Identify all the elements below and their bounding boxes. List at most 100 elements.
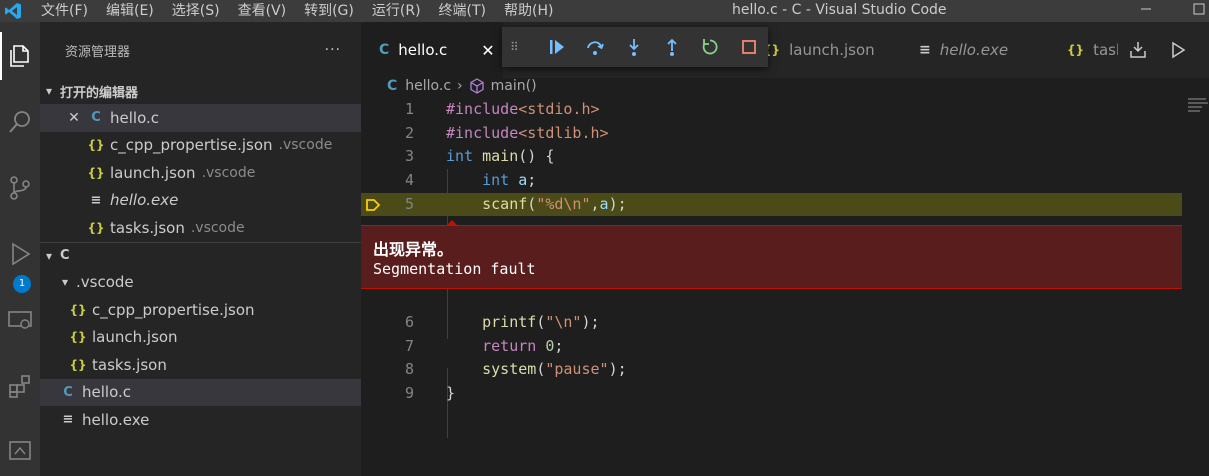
editor-actions xyxy=(1118,22,1209,78)
step-over-button[interactable] xyxy=(576,34,614,60)
editor-area: C hello.c ✕ {} launch.json ≡ hello.exe {… xyxy=(361,22,1209,476)
remote-explorer-icon[interactable] xyxy=(0,296,40,344)
line-number: 9 xyxy=(404,384,414,403)
tab-tasks-json[interactable]: {} tasks xyxy=(1049,22,1132,78)
maximize-icon[interactable] xyxy=(1193,3,1205,15)
line-number: 4 xyxy=(404,171,414,190)
menu-view[interactable]: 查看(V) xyxy=(229,0,296,22)
menu-go[interactable]: 转到(G) xyxy=(295,0,363,22)
continue-icon xyxy=(549,40,564,54)
panel-icon[interactable] xyxy=(0,426,40,474)
source-control-icon[interactable] xyxy=(0,164,40,212)
binary-file-icon: ≡ xyxy=(62,412,74,428)
gear-download-icon xyxy=(1130,42,1146,58)
code-text: return 0; xyxy=(482,336,564,355)
step-into-icon xyxy=(628,39,639,56)
step-over-icon xyxy=(587,41,604,55)
open-editor-label: launch.json xyxy=(110,163,196,182)
menu-selection[interactable]: 选择(S) xyxy=(163,0,229,22)
file-item-hello-exe[interactable]: ≡ hello.exe xyxy=(40,406,361,434)
open-editor-label: hello.c xyxy=(110,108,159,127)
folder-section[interactable]: ▾ C xyxy=(40,243,361,269)
step-out-button[interactable] xyxy=(653,34,691,60)
restart-button[interactable] xyxy=(691,34,729,60)
c-file-icon: C xyxy=(387,78,398,94)
open-editor-item-tasks-json[interactable]: {} tasks.json .vscode xyxy=(40,214,361,242)
activity-bar: 1 xyxy=(0,22,40,476)
code-text: printf("\n"); xyxy=(482,313,600,331)
explorer-sidebar: 资源管理器 ··· ▾ 打开的编辑器 ✕ C hello.c {} c_cpp_… xyxy=(40,22,361,476)
breadcrumb: C hello.c › main() xyxy=(387,76,537,96)
chevron-down-icon: ▾ xyxy=(62,275,69,290)
tab-launch-json[interactable]: {} launch.json xyxy=(753,22,893,78)
menu-file[interactable]: 文件(F) xyxy=(32,0,97,22)
close-icon[interactable]: ✕ xyxy=(66,110,82,126)
file-item-launch-json[interactable]: {} launch.json xyxy=(40,324,361,352)
open-editors-section[interactable]: ▾ 打开的编辑器 xyxy=(40,78,361,104)
line-number: 2 xyxy=(404,123,414,142)
json-file-icon: {} xyxy=(1067,43,1085,57)
code-text: #include<stdio.h> xyxy=(446,100,600,118)
code-line-8: 8 system("pause"); xyxy=(361,358,1182,382)
open-editor-item-hello-exe[interactable]: ≡ hello.exe xyxy=(40,187,361,215)
tab-hello-c[interactable]: C hello.c ✕ xyxy=(361,22,503,78)
explorer-header: 资源管理器 ··· xyxy=(40,22,361,78)
chevron-down-icon: ▾ xyxy=(46,84,53,98)
step-out-icon xyxy=(667,38,677,56)
minimap[interactable] xyxy=(1188,96,1209,120)
open-editor-item-launch-json[interactable]: {} launch.json .vscode xyxy=(40,159,361,187)
open-editor-item-c-cpp-properties[interactable]: {} c_cpp_propertise.json .vscode xyxy=(40,132,361,160)
open-editor-desc: .vscode xyxy=(278,137,333,154)
c-file-icon: C xyxy=(379,42,390,58)
file-item-tasks-json[interactable]: {} tasks.json xyxy=(40,351,361,379)
binary-file-icon: ≡ xyxy=(90,192,102,208)
file-item-c-cpp-properties[interactable]: {} c_cpp_propertise.json xyxy=(40,296,361,324)
debug-configuration-button[interactable] xyxy=(1118,40,1158,60)
continue-button[interactable] xyxy=(537,34,575,60)
close-tab-icon[interactable]: ✕ xyxy=(481,41,494,60)
file-label: c_cpp_propertise.json xyxy=(92,300,255,319)
menu-edit[interactable]: 编辑(E) xyxy=(97,0,163,22)
drag-handle-icon[interactable]: ⠿ xyxy=(510,40,523,54)
folder-label: .vscode xyxy=(76,273,134,292)
tab-label: launch.json xyxy=(789,41,875,59)
folder-item-vscode[interactable]: ▾ .vscode xyxy=(40,269,361,297)
menu-bar: 文件(F) 编辑(E) 选择(S) 查看(V) 转到(G) 运行(R) 终端(T… xyxy=(32,0,562,22)
search-icon[interactable] xyxy=(0,98,40,146)
breadcrumb-file[interactable]: hello.c xyxy=(405,78,451,94)
c-file-icon: C xyxy=(63,384,73,400)
code-line-4: 4 int a; xyxy=(361,169,1182,193)
file-label: tasks.json xyxy=(92,355,167,374)
tab-label: hello.exe xyxy=(939,41,1009,59)
more-actions-icon[interactable]: ··· xyxy=(325,42,341,58)
play-icon xyxy=(1172,41,1186,59)
open-editor-desc: .vscode xyxy=(201,164,256,181)
exception-message: Segmentation fault xyxy=(373,260,536,278)
line-number: 8 xyxy=(404,360,414,379)
json-file-icon: {} xyxy=(69,357,87,372)
open-editors-title: 打开的编辑器 xyxy=(60,85,139,101)
line-number: 5 xyxy=(404,194,414,213)
extensions-icon[interactable] xyxy=(0,362,40,410)
run-debug-icon[interactable] xyxy=(0,230,40,278)
minimize-icon[interactable] xyxy=(1140,3,1152,15)
code-text: } xyxy=(446,384,456,403)
open-editor-label: hello.exe xyxy=(110,191,179,210)
line-number: 1 xyxy=(404,100,414,118)
tab-label: hello.c xyxy=(398,41,448,59)
c-file-icon: C xyxy=(91,110,101,126)
menu-terminal[interactable]: 终端(T) xyxy=(430,0,495,22)
step-into-button[interactable] xyxy=(614,34,652,60)
menu-help[interactable]: 帮助(H) xyxy=(495,0,562,22)
tab-hello-exe[interactable]: ≡ hello.exe xyxy=(901,22,1041,78)
open-editor-item-hello-c[interactable]: ✕ C hello.c xyxy=(40,104,361,132)
code-text: scanf("%d\n",a); xyxy=(482,194,627,213)
debug-toolbar: ⠿ xyxy=(502,27,768,67)
menu-run[interactable]: 运行(R) xyxy=(363,0,430,22)
explorer-icon[interactable] xyxy=(0,32,40,80)
window-title: hello.c - C - Visual Studio Code xyxy=(732,2,947,18)
breadcrumb-symbol[interactable]: main() xyxy=(491,78,537,94)
file-item-hello-c[interactable]: C hello.c xyxy=(40,378,361,406)
run-button[interactable] xyxy=(1158,40,1198,60)
stop-button[interactable] xyxy=(730,34,768,60)
